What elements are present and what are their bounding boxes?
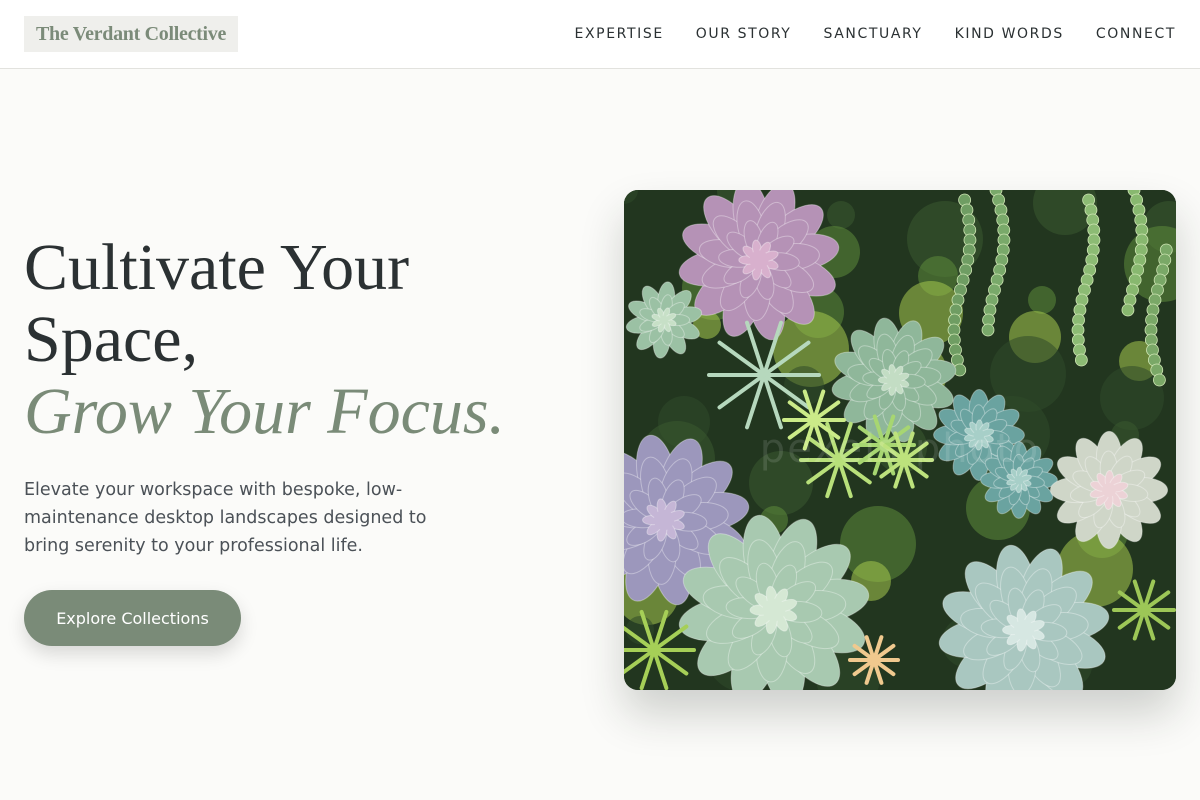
explore-collections-button[interactable]: Explore Collections xyxy=(24,590,241,646)
site-header: The Verdant Collective EXPERTISE OUR STO… xyxy=(0,0,1200,69)
nav-link-sanctuary[interactable]: SANCTUARY xyxy=(823,26,922,42)
nav-link-our-story[interactable]: OUR STORY xyxy=(696,26,792,42)
hero-text: Cultivate Your Space, Grow Your Focus. E… xyxy=(24,232,584,560)
image-watermark: pexels photo xyxy=(759,426,1041,472)
main-nav: EXPERTISE OUR STORY SANCTUARY KIND WORDS… xyxy=(575,0,1176,68)
hero-subtext: Elevate your workspace with bespoke, low… xyxy=(24,480,427,556)
nav-link-expertise[interactable]: EXPERTISE xyxy=(575,26,664,42)
hero-headline: Cultivate Your Space, Grow Your Focus. xyxy=(24,232,584,448)
headline-line-2: Space, xyxy=(24,303,199,376)
headline-line-1: Cultivate Your xyxy=(24,231,410,304)
brand-logo[interactable]: The Verdant Collective xyxy=(24,16,239,52)
headline-accent: Grow Your Focus. xyxy=(24,375,506,448)
nav-link-kind-words[interactable]: KIND WORDS xyxy=(955,26,1064,42)
nav-link-connect[interactable]: CONNECT xyxy=(1096,26,1176,42)
succulent-photo: pexels photo xyxy=(624,190,1176,690)
